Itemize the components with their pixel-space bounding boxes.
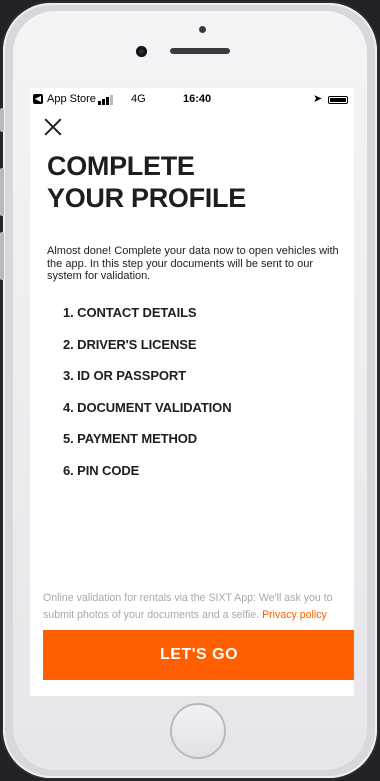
lets-go-button[interactable]: LET'S GO xyxy=(43,630,354,680)
step-item: 6. PIN CODE xyxy=(63,462,140,478)
battery-icon xyxy=(328,96,348,104)
mute-switch xyxy=(0,108,4,132)
step-item: 2. DRIVER'S LICENSE xyxy=(63,336,197,352)
volume-up-button xyxy=(0,168,4,216)
privacy-policy-link[interactable]: Privacy policy xyxy=(262,609,327,621)
app-screen: ◀ App Store 4G 16:40 ➤ COMPLETE YOUR PRO… xyxy=(30,88,354,696)
title-line-1: COMPLETE xyxy=(47,151,195,181)
network-type: 4G xyxy=(131,93,146,105)
step-item: 1. CONTACT DETAILS xyxy=(63,305,197,320)
back-to-app-label[interactable]: App Store xyxy=(47,93,96,105)
page-title: COMPLETE YOUR PROFILE xyxy=(47,150,337,214)
step-item: 5. PAYMENT METHOD xyxy=(63,431,198,447)
clock: 16:40 xyxy=(183,93,212,105)
home-button[interactable] xyxy=(170,703,226,759)
back-arrow-icon[interactable]: ◀ xyxy=(33,94,43,104)
proximity-sensor xyxy=(199,26,206,33)
close-button[interactable] xyxy=(42,116,64,138)
step-item: 3. ID OR PASSPORT xyxy=(63,368,187,384)
validation-note: Online validation for rentals via the SI… xyxy=(43,590,349,624)
signal-icon xyxy=(98,95,113,105)
volume-down-button xyxy=(0,232,4,280)
front-camera xyxy=(136,46,147,57)
intro-text: Almost done! Complete your data now to o… xyxy=(47,245,339,282)
step-item: 4. DOCUMENT VALIDATION xyxy=(63,399,232,415)
steps-list: 1. CONTACT DETAILS 2. DRIVER'S LICENSE 3… xyxy=(63,305,232,495)
status-bar: ◀ App Store 4G 16:40 ➤ xyxy=(30,88,354,112)
title-line-2: YOUR PROFILE xyxy=(47,183,246,213)
earpiece-speaker xyxy=(170,48,230,54)
location-arrow-icon: ➤ xyxy=(313,93,323,105)
